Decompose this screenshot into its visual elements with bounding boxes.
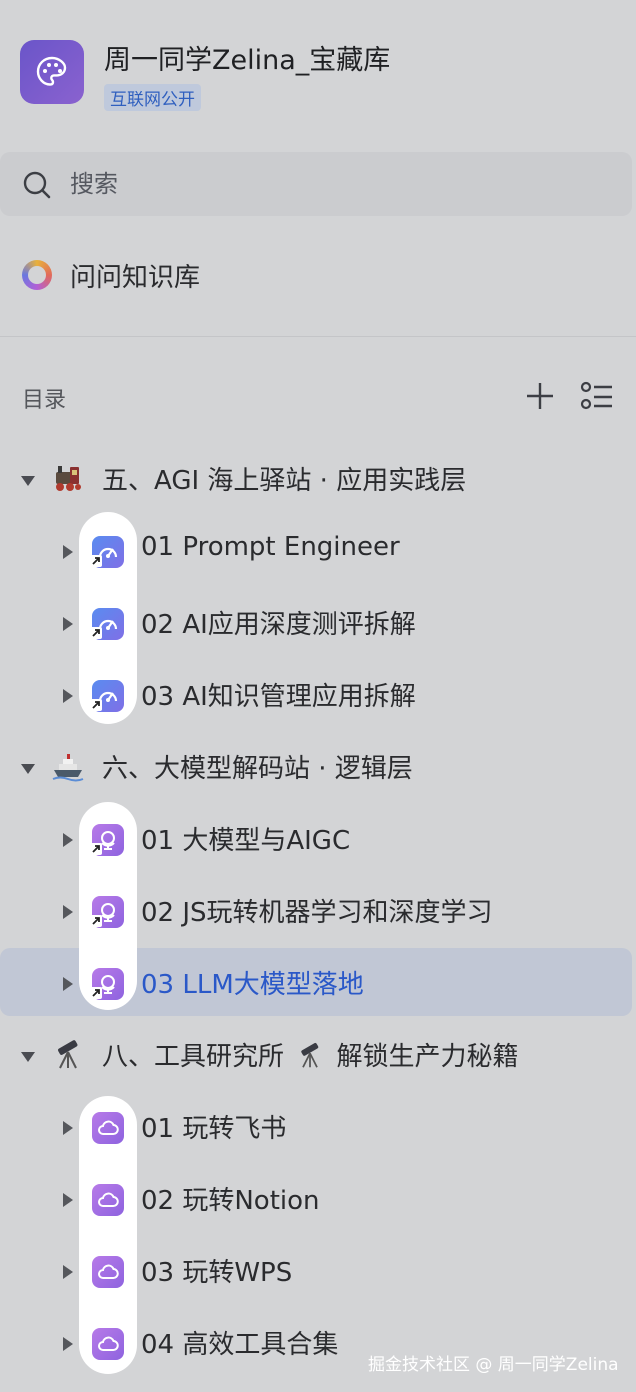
cloud-icon (92, 1112, 124, 1144)
tree-item-label: 01 玩转飞书 (141, 1114, 287, 1144)
section-title-part: 解锁生产力秘籍 (336, 1042, 519, 1072)
tree-item[interactable]: 02 玩转Notion (0, 1168, 636, 1232)
cloud-icon (92, 1328, 124, 1360)
shortcut-arrow-icon (90, 552, 102, 571)
shortcut-arrow-icon (90, 696, 102, 715)
chevron-down-icon[interactable] (20, 472, 36, 491)
visibility-badge: 互联网公开 (104, 84, 201, 111)
search-input[interactable] (70, 164, 570, 204)
workspace-header: 周一同学Zelina_宝藏库 互联网公开 (20, 40, 620, 111)
tree-item-label: 02 AI应用深度测评拆解 (141, 610, 416, 640)
gauge-icon (90, 680, 124, 715)
tree-section-agi[interactable]: 五、AGI 海上驿站 · 应用实践层 (0, 448, 636, 512)
caret-right-icon[interactable] (62, 976, 74, 996)
shortcut-arrow-icon (90, 840, 102, 859)
caret-right-icon[interactable] (62, 688, 74, 708)
tree-item-label: 01 大模型与AIGC (141, 826, 351, 856)
ship-icon (52, 750, 84, 782)
toc-label: 目录 (22, 388, 67, 413)
globe-stand-icon (90, 824, 124, 859)
gauge-icon (90, 536, 124, 571)
tree-section-llm[interactable]: 六、大模型解码站 · 逻辑层 (0, 736, 636, 800)
caret-right-icon[interactable] (62, 1336, 74, 1356)
telescope-icon (52, 1038, 84, 1070)
shortcut-arrow-icon (90, 912, 102, 931)
search-icon (22, 170, 52, 204)
divider (0, 336, 636, 337)
tree-item-active[interactable]: 03 LLM大模型落地 (0, 952, 636, 1016)
section-title: 八、工具研究所 解锁生产力秘籍 (102, 1036, 519, 1073)
globe-stand-icon (90, 968, 124, 1003)
caret-right-icon[interactable] (62, 544, 74, 564)
ask-knowledge-base[interactable]: 问问知识库 (22, 255, 422, 299)
chevron-down-icon[interactable] (20, 760, 36, 779)
tree-item[interactable]: 02 JS玩转机器学习和深度学习 (0, 880, 636, 944)
tree-item-label: 04 高效工具合集 (141, 1330, 339, 1360)
chevron-down-icon[interactable] (20, 1048, 36, 1067)
caret-right-icon[interactable] (62, 1192, 74, 1212)
shortcut-arrow-icon (90, 624, 102, 643)
gauge-icon (90, 608, 124, 643)
cloud-icon (92, 1184, 124, 1216)
tree-item[interactable]: 03 玩转WPS (0, 1240, 636, 1304)
tree-item[interactable]: 01 玩转飞书 (0, 1096, 636, 1160)
search-box[interactable] (0, 152, 632, 216)
globe-stand-icon (90, 896, 124, 931)
ask-knowledge-base-label: 问问知识库 (70, 263, 201, 293)
train-icon (52, 462, 84, 494)
tree-item[interactable]: 01 大模型与AIGC (0, 808, 636, 872)
section-title: 五、AGI 海上驿站 · 应用实践层 (102, 466, 467, 496)
shortcut-arrow-icon (90, 984, 102, 1003)
caret-right-icon[interactable] (62, 904, 74, 924)
caret-right-icon[interactable] (62, 1120, 74, 1140)
caret-right-icon[interactable] (62, 1264, 74, 1284)
tree-item[interactable]: 02 AI应用深度测评拆解 (0, 592, 636, 656)
caret-right-icon[interactable] (62, 832, 74, 852)
tree-item-label: 03 LLM大模型落地 (141, 970, 364, 1000)
tree-item-label: 03 玩转WPS (141, 1258, 293, 1288)
palette-icon[interactable] (20, 40, 84, 104)
cloud-icon (92, 1256, 124, 1288)
section-title: 六、大模型解码站 · 逻辑层 (102, 754, 413, 784)
section-title-part: 八、工具研究所 (102, 1042, 285, 1072)
tree-item-label: 03 AI知识管理应用拆解 (141, 682, 416, 712)
tree-item-label: 02 JS玩转机器学习和深度学习 (141, 898, 493, 928)
tree-section-tools[interactable]: 八、工具研究所 解锁生产力秘籍 (0, 1024, 636, 1088)
telescope-icon (301, 1042, 319, 1068)
workspace-title: 周一同学Zelina_宝藏库 (104, 45, 391, 76)
caret-right-icon[interactable] (62, 616, 74, 636)
list-icon[interactable] (580, 380, 614, 416)
tree-item-label: 02 玩转Notion (141, 1186, 320, 1216)
plus-icon[interactable] (524, 380, 556, 416)
ring-gradient-icon (22, 260, 52, 290)
tree-item-label: 01 Prompt Engineer (141, 532, 400, 562)
tree-item[interactable]: 01 Prompt Engineer (0, 520, 636, 584)
tree-item[interactable]: 03 AI知识管理应用拆解 (0, 664, 636, 728)
watermark: 掘金技术社区 @ 周一同学Zelina (368, 1355, 619, 1375)
